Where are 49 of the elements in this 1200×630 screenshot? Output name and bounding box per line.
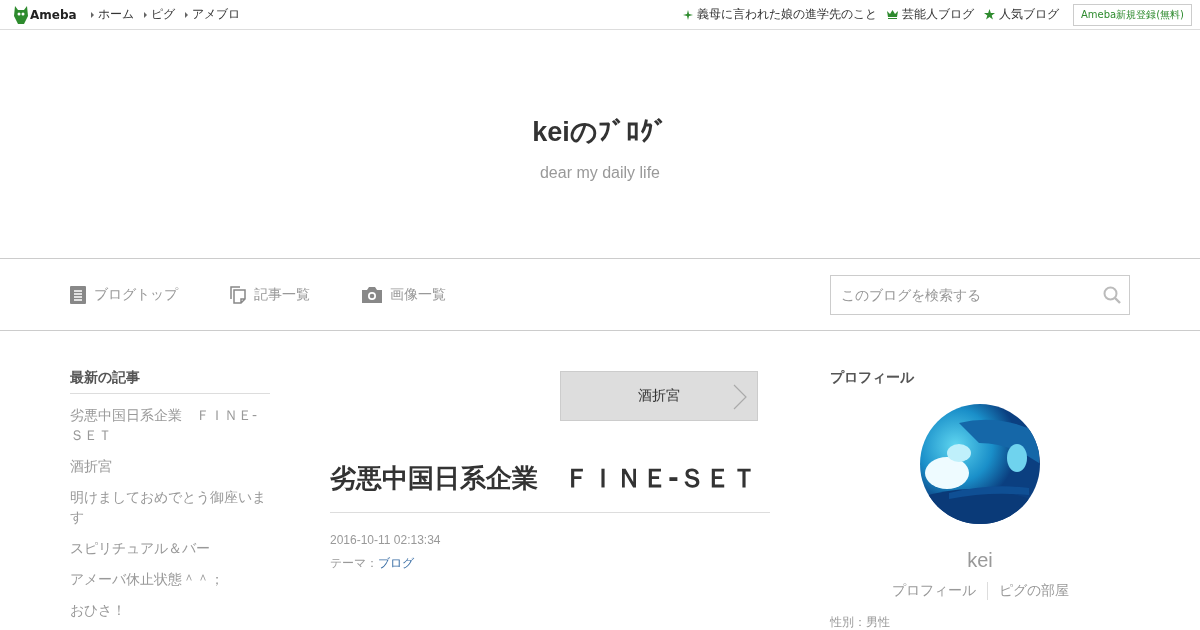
nav-label: 画像一覧 [390, 285, 446, 304]
ameba-logo[interactable]: Ameba [14, 5, 77, 24]
profile-link[interactable]: ピグの部屋 [986, 582, 1080, 600]
link-label: 人気ブログ [999, 6, 1059, 23]
top-link[interactable]: 芸能人ブログ [887, 6, 974, 23]
nav-link[interactable]: 画像一覧 [362, 285, 446, 304]
crown-icon [887, 10, 898, 19]
profile-info: 性別：男性 [830, 614, 891, 630]
link-label: ピグ [150, 6, 175, 23]
recent-article-link[interactable]: スピリチュアル＆バー [70, 538, 270, 558]
top-link[interactable]: 人気ブログ [984, 6, 1059, 23]
link-label: ホーム [97, 6, 134, 23]
top-link[interactable]: ピグ [143, 6, 175, 23]
recent-article-link[interactable]: おひさ！ [70, 600, 270, 620]
recent-article-link[interactable]: 酒折宮 [70, 456, 270, 476]
camera-icon [362, 286, 382, 303]
document-icon [70, 285, 86, 304]
link-label: 芸能人ブログ [902, 6, 974, 23]
blog-title[interactable]: keiのﾌﾞﾛｸﾞ [532, 114, 668, 150]
recent-article-link[interactable]: 劣悪中国日系企業 ＦＩＮＥ-ＳＥＴ [70, 405, 270, 445]
article-title: 劣悪中国日系企業 ＦＩＮＥ-ＳＥＴ [330, 461, 770, 513]
triangle-icon [90, 11, 94, 18]
nav-label: 記事一覧 [254, 285, 310, 304]
triangle-icon [143, 11, 147, 18]
article-date: 2016-10-11 02:13:34 [330, 533, 442, 547]
star-icon [984, 9, 995, 20]
chevron-icon [733, 384, 747, 410]
logo-text: Ameba [30, 7, 77, 22]
nav-link[interactable]: ブログトップ [70, 285, 178, 304]
recent-article-link[interactable]: アメーバ休止状態＾＾； [70, 569, 270, 589]
profile-link[interactable]: プロフィール [880, 582, 987, 600]
sparkle-icon [683, 9, 693, 20]
section-heading: 最新の記事 [70, 369, 270, 394]
top-link[interactable]: ホーム [90, 6, 134, 23]
register-button[interactable]: Ameba新規登録(無料) [1073, 3, 1192, 26]
triangle-icon [184, 11, 188, 18]
search-icon[interactable] [1103, 285, 1121, 304]
recent-article-link[interactable]: 明けましておめでとう御座います [70, 487, 270, 527]
mascot-icon [14, 5, 28, 24]
search-field[interactable]: このブログを検索する [830, 274, 1130, 315]
nav-label: ブログトップ [94, 285, 178, 304]
nav-link[interactable]: 記事一覧 [230, 285, 310, 304]
profile-name[interactable]: kei [967, 549, 993, 572]
pages-icon [230, 285, 246, 304]
theme-link[interactable]: ブログ [378, 556, 414, 570]
next-article-button[interactable]: 酒折宮 [560, 371, 758, 421]
section-heading: プロフィール [830, 369, 915, 387]
theme-label: テーマ： [330, 556, 378, 570]
blog-subtitle: dear my daily life [539, 164, 660, 182]
